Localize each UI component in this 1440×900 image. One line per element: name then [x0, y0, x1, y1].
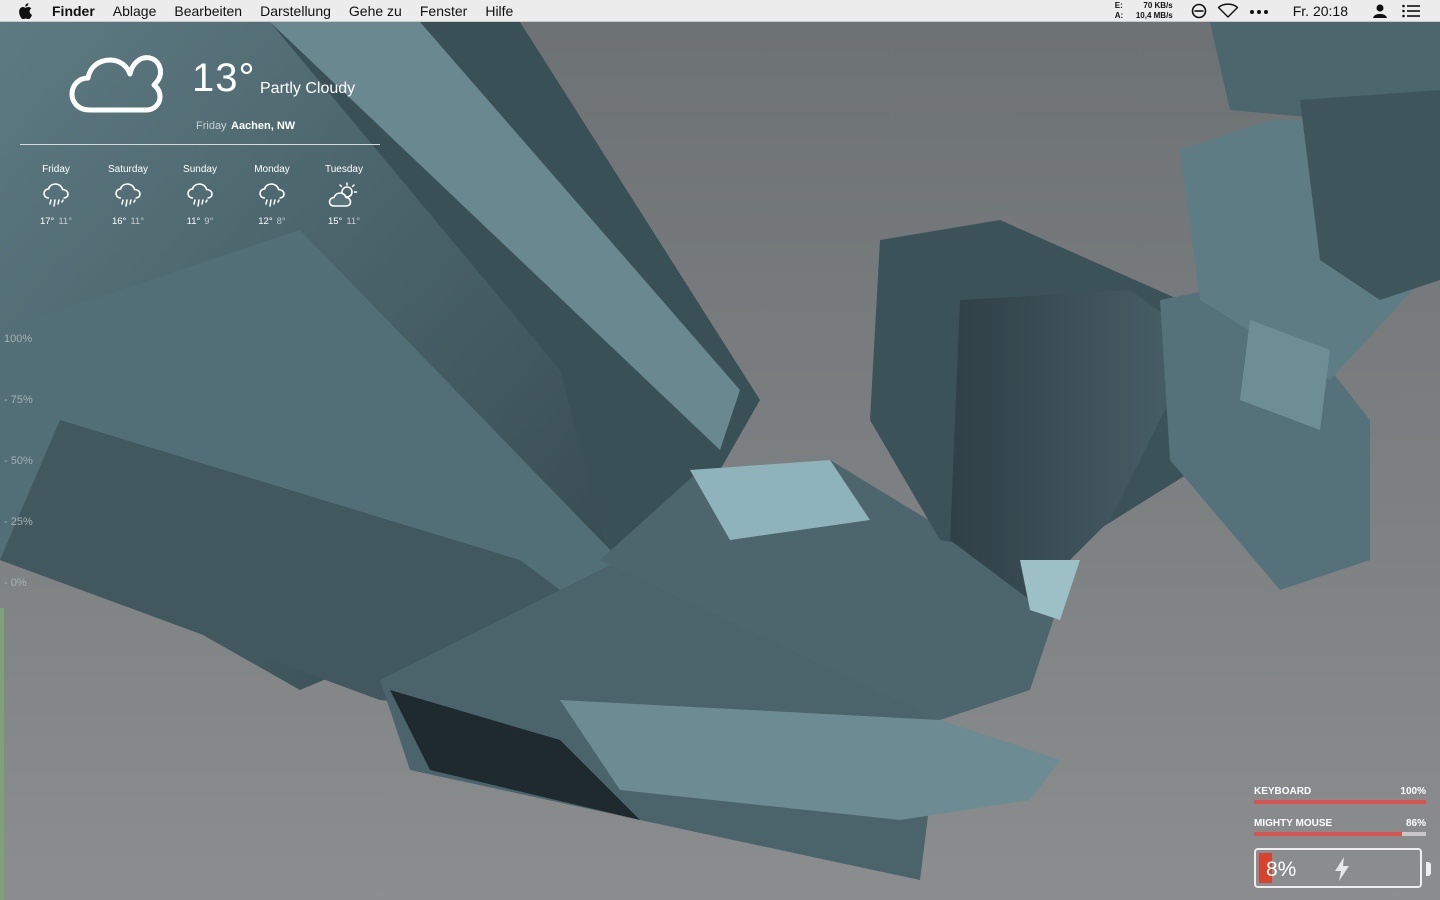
menu-finder[interactable]: Finder — [52, 3, 95, 19]
forecast-day: Saturday 16° 11° — [92, 164, 164, 227]
menu-darstellung[interactable]: Darstellung — [260, 3, 331, 19]
forecast-low: 9° — [204, 216, 214, 227]
do-not-disturb-icon[interactable] — [1191, 3, 1207, 19]
weather-divider — [20, 144, 380, 145]
forecast-day: Monday 12° 8° — [236, 164, 308, 227]
partly-sunny-icon — [308, 182, 380, 216]
forecast-high: 12° — [258, 216, 273, 227]
current-condition: Partly Cloudy — [260, 80, 356, 97]
device-name: KEYBOARD — [1254, 786, 1312, 797]
rain-icon — [20, 182, 92, 216]
gauge-level-bar — [0, 608, 4, 900]
desktop-wallpaper — [0, 0, 1440, 900]
forecast-high: 15° — [327, 216, 343, 227]
device-name: MIGHTY MOUSE — [1254, 818, 1333, 829]
device-level-track — [1254, 832, 1426, 836]
battery-widget: KEYBOARD 100% MIGHTY MOUSE 86% 8% — [1254, 786, 1431, 888]
forecast-day-name: Sunday — [183, 164, 217, 175]
forecast-day: Tuesday 15° 11° — [308, 164, 380, 227]
gauge-label-75: - 75% — [4, 394, 33, 406]
forecast-day-name: Monday — [254, 164, 290, 175]
device-percent: 100% — [1400, 786, 1426, 797]
menu-clock[interactable]: Fr. 20:18 — [1293, 3, 1348, 19]
forecast-high: 17° — [39, 216, 55, 227]
net-out-label: A: — [1114, 11, 1124, 20]
rain-icon — [92, 182, 164, 216]
rain-icon — [236, 182, 308, 216]
menu-gehe-zu[interactable]: Gehe zu — [349, 3, 402, 19]
apple-menu-icon[interactable] — [18, 0, 38, 22]
cloud-icon — [68, 44, 164, 121]
menu-bar: Finder Ablage Bearbeiten Darstellung Geh… — [0, 0, 1440, 22]
device-level-fill — [1254, 832, 1402, 836]
device-percent: 86% — [1405, 818, 1426, 829]
user-icon[interactable] — [1372, 3, 1388, 19]
gauge-label-100: 100% — [4, 333, 33, 345]
net-in-value: 70 KB/s — [1143, 1, 1173, 10]
current-location: Aachen, NW — [231, 120, 296, 132]
net-out-value: 10,4 MB/s — [1135, 11, 1173, 20]
device-level-fill — [1254, 800, 1426, 804]
current-temperature: 13° — [192, 56, 256, 100]
gauge-label-50: - 50% — [4, 455, 33, 467]
menu-ablage[interactable]: Ablage — [113, 3, 157, 19]
forecast-high: 11° — [186, 216, 201, 227]
menu-hilfe[interactable]: Hilfe — [485, 3, 513, 19]
rain-icon — [164, 182, 236, 216]
forecast-day-name: Tuesday — [325, 164, 363, 175]
network-stats[interactable]: E: 70 KB/s A: 10,4 MB/s — [1115, 1, 1173, 21]
more-dots-icon[interactable] — [1249, 3, 1269, 19]
device-battery-keyboard: KEYBOARD 100% — [1254, 786, 1426, 818]
mac-battery-cap — [1426, 862, 1431, 876]
forecast-day-name: Friday — [42, 164, 70, 175]
forecast-low: 11° — [346, 216, 361, 227]
forecast-day-name: Saturday — [107, 164, 149, 175]
device-battery-mouse: MIGHTY MOUSE 86% — [1254, 818, 1426, 850]
forecast-low: 11° — [58, 216, 73, 227]
device-level-track — [1254, 800, 1426, 804]
forecast-low: 8° — [276, 216, 286, 227]
notification-center-icon[interactable] — [1402, 4, 1420, 18]
current-day: Friday — [196, 120, 227, 132]
menu-fenster[interactable]: Fenster — [420, 3, 467, 19]
forecast-day: Sunday 11° 9° — [164, 164, 236, 227]
net-in-label: E: — [1114, 1, 1123, 10]
forecast-list: Friday 17° 11° Saturday 16° 11° Sunday 11°… — [20, 164, 380, 244]
mac-battery: 8% — [1254, 848, 1422, 888]
gauge-label-0: - 0% — [4, 577, 27, 589]
forecast-high: 16° — [111, 216, 127, 227]
mac-battery-percent: 8% — [1266, 858, 1297, 881]
forecast-day: Friday 17° 11° — [20, 164, 92, 227]
menu-bearbeiten[interactable]: Bearbeiten — [174, 3, 242, 19]
charging-bolt-icon — [1334, 857, 1350, 886]
wifi-icon[interactable] — [1217, 3, 1239, 19]
forecast-low: 11° — [130, 216, 145, 227]
gauge-label-25: - 25% — [4, 516, 33, 528]
